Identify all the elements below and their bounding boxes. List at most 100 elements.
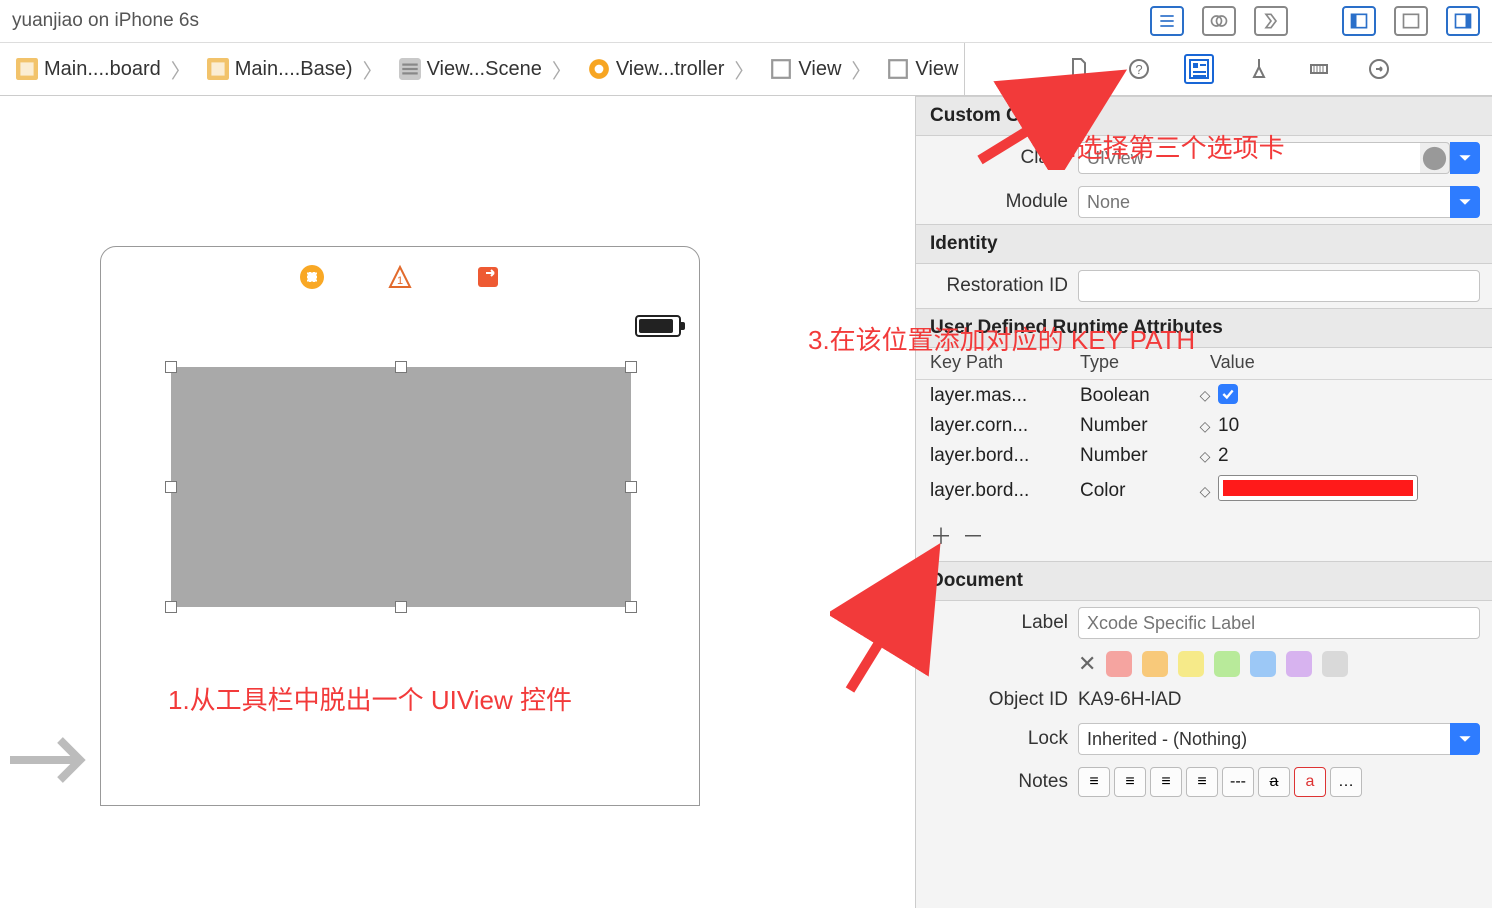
attribute-row[interactable]: layer.bord...Color◇ [916, 471, 1492, 511]
panel-right-icon[interactable] [1446, 6, 1480, 36]
identity-header: Identity [916, 224, 1492, 264]
breadcrumb-row: Main....board〉 Main....Base)〉 View...Sce… [0, 42, 1492, 96]
lock-dropdown-button[interactable] [1450, 723, 1480, 755]
editor-assistant-icon[interactable] [1202, 6, 1236, 36]
label-color-swatch[interactable] [1142, 651, 1168, 677]
chevron-right-icon: 〉 [167, 55, 195, 84]
class-dropdown-button[interactable] [1450, 142, 1480, 174]
objectid-label: Object ID [928, 689, 1078, 711]
resize-handle[interactable] [395, 601, 407, 613]
clear-color-button[interactable]: ✕ [1078, 651, 1096, 677]
editor-standard-icon[interactable] [1150, 6, 1184, 36]
storyboard-canvas[interactable]: 1 [0, 96, 916, 908]
annotation-arrow-2 [960, 60, 1140, 170]
annotation-arrow-3 [830, 540, 950, 700]
runtime-attributes-table: Key Path Type Value layer.mas...Boolean◇… [916, 348, 1492, 515]
crumb-item[interactable]: Main....board〉 [10, 55, 201, 84]
align-right-icon[interactable]: ≡ [1150, 767, 1182, 797]
resize-handle[interactable] [165, 601, 177, 613]
crumb-item[interactable]: View [881, 58, 964, 81]
attr-type[interactable]: Number [1080, 415, 1198, 437]
checkbox-icon[interactable] [1218, 384, 1238, 404]
remove-attribute-button[interactable]: － [962, 519, 984, 551]
inspector-panel: Custom Class Class Module Identity Resto… [916, 96, 1492, 908]
restoration-field[interactable] [1078, 270, 1480, 302]
label-color-swatch[interactable] [1322, 651, 1348, 677]
stepper-icon[interactable]: ◇ [1198, 387, 1212, 404]
notes-toolbar: ≡ ≡ ≡ ≡ --- a a … [1078, 767, 1480, 797]
crumb-item[interactable]: View...troller〉 [582, 55, 765, 84]
attribute-row[interactable]: layer.bord...Number◇ 2 [916, 441, 1492, 471]
chevron-right-icon: 〉 [548, 55, 576, 84]
resize-handle[interactable] [165, 481, 177, 493]
module-field[interactable] [1078, 186, 1450, 218]
class-dropdown-arrow[interactable] [1420, 142, 1450, 174]
module-dropdown-button[interactable] [1450, 186, 1480, 218]
align-center-icon[interactable]: ≡ [1114, 767, 1146, 797]
storyboard-icon [16, 58, 38, 80]
view-icon [887, 58, 909, 80]
controller-icon [588, 58, 610, 80]
attributes-inspector-tab[interactable] [1244, 54, 1274, 84]
svg-text:1: 1 [397, 275, 403, 287]
annotation-1: 1.从工具栏中脱出一个 UIView 控件 [168, 680, 572, 717]
stepper-icon[interactable]: ◇ [1198, 418, 1212, 435]
controller-icon[interactable] [298, 263, 326, 291]
label-color-swatch[interactable] [1178, 651, 1204, 677]
color-value[interactable] [1218, 475, 1418, 501]
selected-uiview[interactable] [171, 367, 631, 607]
exit-icon[interactable] [474, 263, 502, 291]
color-text-icon[interactable]: a [1294, 767, 1326, 797]
panel-bottom-icon[interactable] [1394, 6, 1428, 36]
separator-icon[interactable]: --- [1222, 767, 1254, 797]
lock-field[interactable] [1078, 723, 1450, 755]
resize-handle[interactable] [625, 481, 637, 493]
stepper-icon[interactable]: ◇ [1198, 448, 1212, 465]
label-color-swatch[interactable] [1106, 651, 1132, 677]
resize-handle[interactable] [165, 361, 177, 373]
col-value: Value [1210, 352, 1478, 373]
identity-inspector-tab[interactable] [1184, 54, 1214, 84]
battery-icon [635, 315, 681, 337]
resize-handle[interactable] [395, 361, 407, 373]
phone-frame: 1 [100, 246, 700, 806]
view-icon [770, 58, 792, 80]
document-header: Document [916, 561, 1492, 601]
attr-keypath: layer.corn... [930, 415, 1080, 437]
attr-keypath: layer.mas... [930, 385, 1080, 407]
label-color-swatch[interactable] [1214, 651, 1240, 677]
storyboard-icon [207, 58, 229, 80]
editor-version-icon[interactable] [1254, 6, 1288, 36]
objectid-value: KA9-6H-lAD [1078, 689, 1480, 711]
align-left-icon[interactable]: ≡ [1078, 767, 1110, 797]
size-inspector-tab[interactable] [1304, 54, 1334, 84]
attr-value[interactable]: 10 [1218, 415, 1239, 436]
crumb-item[interactable]: Main....Base)〉 [201, 55, 393, 84]
label-color-swatch[interactable] [1250, 651, 1276, 677]
attribute-row[interactable]: layer.corn...Number◇ 10 [916, 411, 1492, 441]
lock-label: Lock [928, 728, 1078, 750]
crumb-item[interactable]: View〉 [764, 55, 881, 84]
attr-type[interactable]: Boolean [1080, 385, 1198, 407]
connections-inspector-tab[interactable] [1364, 54, 1394, 84]
module-label: Module [928, 191, 1078, 213]
doc-label-label: Label [928, 612, 1078, 634]
strike-icon[interactable]: a [1258, 767, 1290, 797]
attr-type[interactable]: Color [1080, 480, 1198, 502]
doc-label-field[interactable] [1078, 607, 1480, 639]
align-justify-icon[interactable]: ≡ [1186, 767, 1218, 797]
attr-value[interactable]: 2 [1218, 445, 1229, 466]
stepper-icon[interactable]: ◇ [1198, 483, 1212, 500]
resize-handle[interactable] [625, 361, 637, 373]
attr-keypath: layer.bord... [930, 445, 1080, 467]
label-color-swatch[interactable] [1286, 651, 1312, 677]
crumb-item[interactable]: View...Scene〉 [393, 55, 582, 84]
resize-handle[interactable] [625, 601, 637, 613]
panel-left-icon[interactable] [1342, 6, 1376, 36]
attr-type[interactable]: Number [1080, 445, 1198, 467]
restoration-label: Restoration ID [928, 275, 1078, 297]
first-responder-icon[interactable]: 1 [386, 263, 414, 291]
annotation-3: 3.在该位置添加对应的 KEY PATH [808, 320, 1195, 357]
attribute-row[interactable]: layer.mas...Boolean◇ [916, 380, 1492, 411]
more-icon[interactable]: … [1330, 767, 1362, 797]
